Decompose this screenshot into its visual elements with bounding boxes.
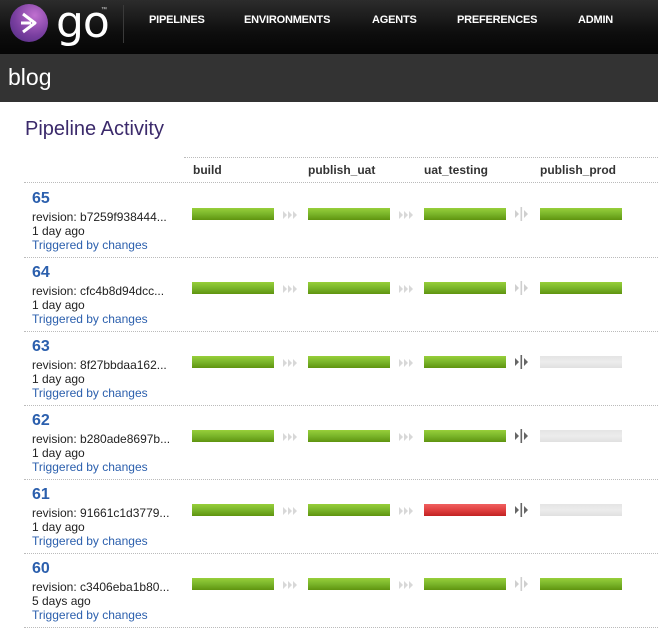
stage-bar-uat-testing-failed[interactable] xyxy=(424,504,506,516)
auto-transition-arrows-icon xyxy=(398,504,414,516)
revision-label: revision: b7259f938444... xyxy=(32,210,167,224)
manual-approval-gate-icon[interactable] xyxy=(514,355,530,369)
stage-bar-uat-testing-passed[interactable] xyxy=(424,356,506,368)
go-logo-icon xyxy=(10,4,48,42)
triggered-by-link[interactable]: Triggered by changes xyxy=(32,608,148,622)
pipeline-header: blog xyxy=(0,54,658,102)
stage-bar-publish-prod-passed[interactable] xyxy=(540,578,622,590)
auto-transition-arrows-icon xyxy=(398,356,414,368)
stage-bar-uat-testing-passed[interactable] xyxy=(424,578,506,590)
stage-bar-build-passed[interactable] xyxy=(192,356,274,368)
triggered-by-link[interactable]: Triggered by changes xyxy=(32,312,148,326)
stage-bar-uat-testing-passed[interactable] xyxy=(424,208,506,220)
stage-bar-publish-uat-passed[interactable] xyxy=(308,356,390,368)
stage-bar-build-passed[interactable] xyxy=(192,578,274,590)
auto-transition-arrows-icon xyxy=(282,504,298,516)
nav-divider xyxy=(123,5,124,43)
pipeline-run-row: 61 revision: 91661c1d3779... 1 day ago Trig… xyxy=(24,480,658,554)
stage-header-uat-testing: uat_testing xyxy=(424,163,489,177)
logo-trademark: ™ xyxy=(101,7,107,13)
go-logo[interactable]: go ™ xyxy=(8,0,110,48)
stage-bar-publish-uat-passed[interactable] xyxy=(308,504,390,516)
triggered-by-link[interactable]: Triggered by changes xyxy=(32,460,148,474)
time-ago-label: 5 days ago xyxy=(32,594,91,608)
run-counter-link[interactable]: 60 xyxy=(32,560,50,578)
triggered-by-link[interactable]: Triggered by changes xyxy=(32,238,148,252)
stage-bar-publish-uat-passed[interactable] xyxy=(308,282,390,294)
stage-bar-publish-uat-passed[interactable] xyxy=(308,208,390,220)
stage-bar-uat-testing-passed[interactable] xyxy=(424,430,506,442)
auto-transition-arrows-icon xyxy=(282,578,298,590)
auto-transition-arrows-icon xyxy=(398,208,414,220)
nav-admin[interactable]: ADMIN xyxy=(578,14,613,26)
stage-header-publish-uat: publish_uat xyxy=(308,163,376,177)
time-ago-label: 1 day ago xyxy=(32,520,85,534)
manual-approval-gate-icon xyxy=(514,281,530,295)
manual-approval-gate-icon[interactable] xyxy=(514,429,530,443)
nav-pipelines[interactable]: PIPELINES xyxy=(149,14,205,26)
stage-bar-publish-prod-unknown[interactable] xyxy=(540,356,622,368)
pipeline-run-row: 65 revision: b7259f938444... 1 day ago Trig… xyxy=(24,184,658,258)
run-counter-link[interactable]: 62 xyxy=(32,412,50,430)
time-ago-label: 1 day ago xyxy=(32,372,85,386)
nav-preferences[interactable]: PREFERENCES xyxy=(457,14,538,26)
pipeline-run-row: 62 revision: b280ade8697b... 1 day ago Trig… xyxy=(24,406,658,480)
pipeline-name: blog xyxy=(8,64,52,90)
stage-bar-uat-testing-passed[interactable] xyxy=(424,282,506,294)
revision-label: revision: 91661c1d3779... xyxy=(32,506,170,520)
manual-approval-gate-icon[interactable] xyxy=(514,503,530,517)
stage-bar-build-passed[interactable] xyxy=(192,430,274,442)
header-divider xyxy=(24,182,658,183)
revision-label: revision: b280ade8697b... xyxy=(32,432,171,446)
header-divider xyxy=(184,157,658,158)
stage-bar-publish-prod-unknown[interactable] xyxy=(540,430,622,442)
stage-bar-publish-uat-passed[interactable] xyxy=(308,430,390,442)
auto-transition-arrows-icon xyxy=(398,578,414,590)
revision-label: revision: 8f27bbdaa162... xyxy=(32,358,167,372)
pipeline-run-row: 63 revision: 8f27bbdaa162... 1 day ago Trig… xyxy=(24,332,658,406)
stage-bar-build-passed[interactable] xyxy=(192,282,274,294)
run-counter-link[interactable]: 61 xyxy=(32,486,50,504)
auto-transition-arrows-icon xyxy=(282,356,298,368)
run-counter-link[interactable]: 64 xyxy=(32,264,50,282)
page-title: Pipeline Activity xyxy=(25,118,164,140)
run-counter-link[interactable]: 65 xyxy=(32,190,50,208)
auto-transition-arrows-icon xyxy=(398,430,414,442)
auto-transition-arrows-icon xyxy=(282,208,298,220)
stage-bar-publish-uat-passed[interactable] xyxy=(308,578,390,590)
run-counter-link[interactable]: 63 xyxy=(32,338,50,356)
time-ago-label: 1 day ago xyxy=(32,446,85,460)
auto-transition-arrows-icon xyxy=(282,430,298,442)
time-ago-label: 1 day ago xyxy=(32,298,85,312)
top-navigation-bar: go ™ PIPELINES ENVIRONMENTS AGENTS PREFE… xyxy=(0,0,658,54)
time-ago-label: 1 day ago xyxy=(32,224,85,238)
nav-agents[interactable]: AGENTS xyxy=(372,14,417,26)
nav-environments[interactable]: ENVIRONMENTS xyxy=(244,14,330,26)
triggered-by-link[interactable]: Triggered by changes xyxy=(32,534,148,548)
manual-approval-gate-icon xyxy=(514,577,530,591)
stage-bar-build-passed[interactable] xyxy=(192,504,274,516)
revision-label: revision: cfc4b8d94dcc... xyxy=(32,284,165,298)
pipeline-run-row: 60 revision: c3406eba1b80... 5 days ago Tri… xyxy=(24,554,658,628)
revision-label: revision: c3406eba1b80... xyxy=(32,580,170,594)
stage-bar-publish-prod-unknown[interactable] xyxy=(540,504,622,516)
pipeline-run-row: 64 revision: cfc4b8d94dcc... 1 day ago Trig… xyxy=(24,258,658,332)
auto-transition-arrows-icon xyxy=(282,282,298,294)
stage-header-build: build xyxy=(193,163,222,177)
auto-transition-arrows-icon xyxy=(398,282,414,294)
stage-header-publish-prod: publish_prod xyxy=(540,163,616,177)
stage-bar-publish-prod-passed[interactable] xyxy=(540,208,622,220)
stage-bar-publish-prod-passed[interactable] xyxy=(540,282,622,294)
triggered-by-link[interactable]: Triggered by changes xyxy=(32,386,148,400)
manual-approval-gate-icon xyxy=(514,207,530,221)
stage-bar-build-passed[interactable] xyxy=(192,208,274,220)
